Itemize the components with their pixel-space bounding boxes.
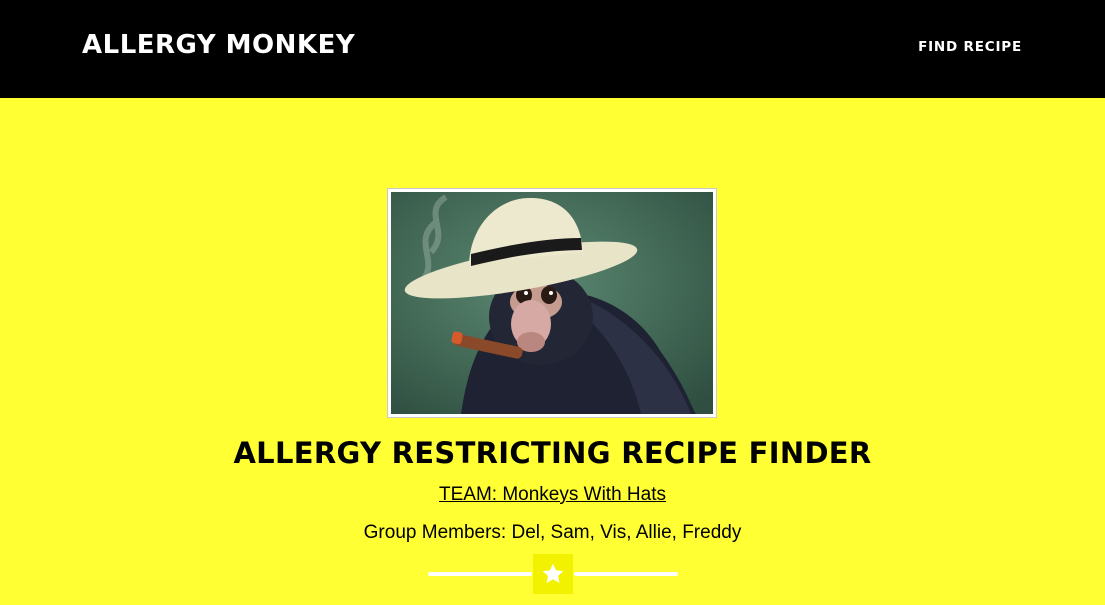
- page-title: ALLERGY RESTRICTING RECIPE FINDER: [233, 436, 872, 470]
- hero-image: [388, 189, 716, 417]
- group-members-text: Group Members: Del, Sam, Vis, Allie, Fre…: [363, 522, 742, 543]
- divider-line-right: [574, 572, 678, 576]
- brand-logo-link[interactable]: ALLERGY MONKEY: [82, 30, 355, 60]
- team-line: TEAM: Monkeys With Hats: [0, 484, 1105, 506]
- team-link[interactable]: TEAM: Monkeys With Hats: [439, 484, 666, 505]
- star-icon: [533, 554, 573, 594]
- divider-line-left: [428, 572, 532, 576]
- top-navbar: ALLERGY MONKEY FIND RECIPE: [0, 0, 1105, 98]
- star-divider: [428, 554, 678, 596]
- nav-find-recipe-link[interactable]: FIND RECIPE: [918, 39, 1022, 55]
